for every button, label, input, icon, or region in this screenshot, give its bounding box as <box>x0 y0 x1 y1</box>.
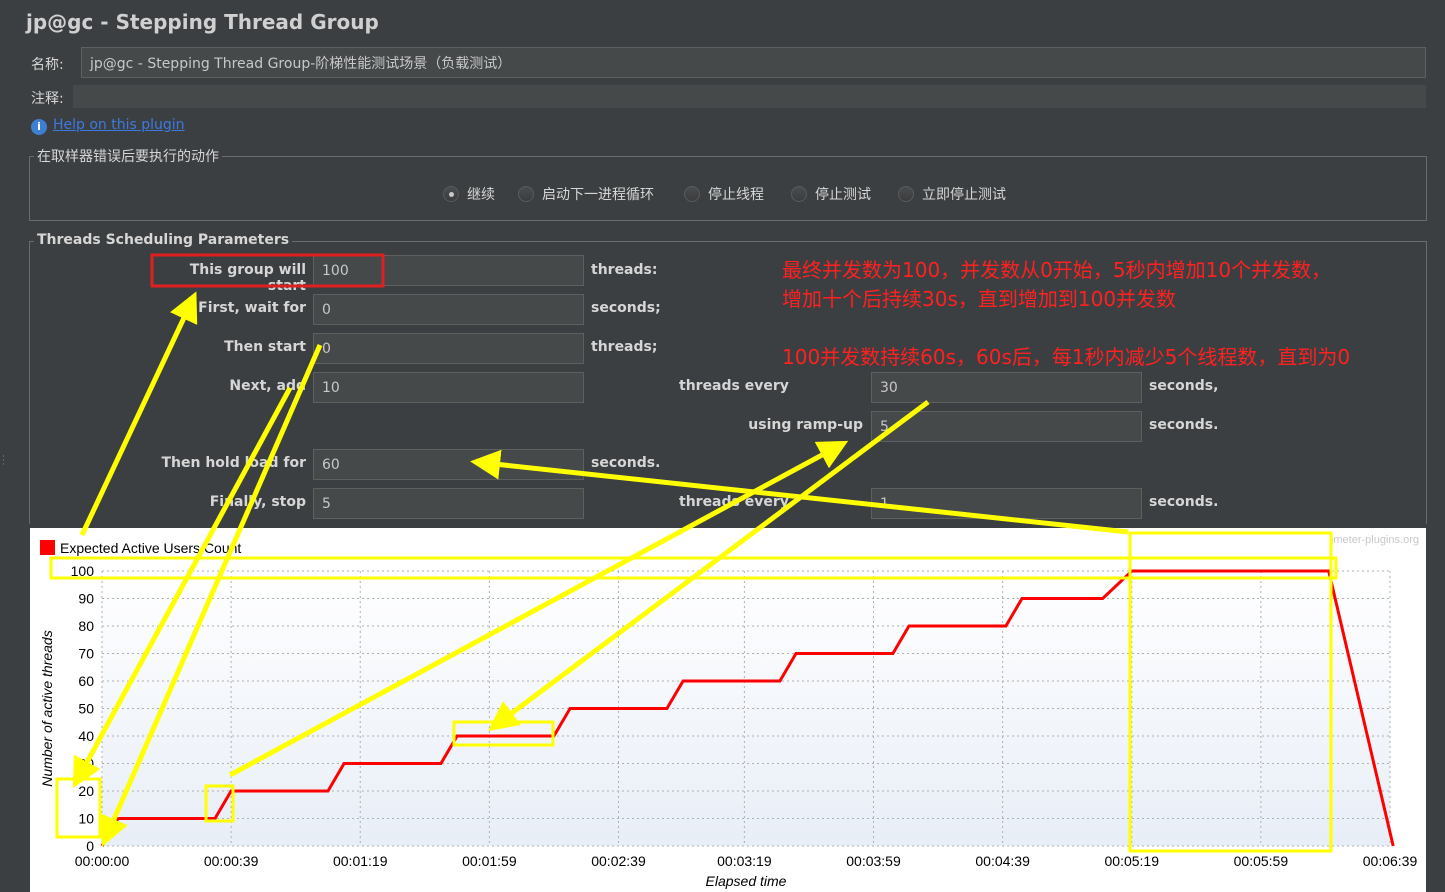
radio-label: 停止线程 <box>708 187 764 203</box>
x-tick-label: 00:03:19 <box>717 853 772 869</box>
radio-dot <box>518 186 534 202</box>
then-start-unit: threads; <box>591 339 658 355</box>
radio-stop-thread[interactable]: 停止线程 <box>684 184 764 204</box>
legend-swatch <box>40 540 55 555</box>
wait-unit: seconds; <box>591 300 661 316</box>
y-axis-label: Number of active threads <box>39 630 55 786</box>
hold-unit: seconds. <box>591 455 661 471</box>
y-tick-label: 30 <box>78 756 94 772</box>
stop-every-unit: seconds. <box>1149 494 1219 510</box>
name-label: 名称: <box>31 57 64 73</box>
y-tick-label: 100 <box>71 563 95 579</box>
x-tick-label: 00:02:39 <box>591 853 646 869</box>
radio-label: 继续 <box>467 187 495 203</box>
x-tick-label: 00:00:39 <box>204 853 259 869</box>
y-tick-label: 40 <box>78 728 94 744</box>
start-threads-input[interactable]: 100 <box>313 255 584 286</box>
annotation-line-3: 100并发数持续60s，60s后，每1秒内减少5个线程数，直到为0 <box>782 345 1351 369</box>
y-tick-label: 90 <box>78 591 94 607</box>
radio-stop-test[interactable]: 停止测试 <box>791 184 871 204</box>
help-link[interactable]: Help on this plugin <box>53 117 185 133</box>
comment-input[interactable] <box>73 85 1426 108</box>
x-tick-label: 00:05:19 <box>1105 853 1160 869</box>
ramp-up-unit: seconds. <box>1149 417 1219 433</box>
x-tick-label: 00:01:59 <box>462 853 517 869</box>
legend-label: Expected Active Users Count <box>60 540 241 556</box>
start-threads-unit: threads: <box>591 262 658 278</box>
radio-dot <box>443 186 459 202</box>
name-input[interactable]: jp@gc - Stepping Thread Group-阶梯性能测试场景（负… <box>81 47 1426 78</box>
y-tick-label: 60 <box>78 673 94 689</box>
radio-start-next-loop[interactable]: 启动下一进程循环 <box>518 184 654 204</box>
radio-dot <box>898 186 914 202</box>
annotation-line-2: 增加十个后持续30s，直到增加到100并发数 <box>782 287 1177 311</box>
y-axis: 0 10 20 30 40 50 60 70 80 90 100 <box>71 563 95 854</box>
thread-schedule-chart: 0102030405060708090100 00:00:00 00:00:39 0… <box>39 534 1419 889</box>
radio-stop-test-now[interactable]: 立即停止测试 <box>898 184 1006 204</box>
radio-continue[interactable]: 继续 <box>443 184 495 204</box>
annotation-line-1: 最终并发数为100，并发数从0开始，5秒内增加10个并发数， <box>782 258 1332 282</box>
wait-label: First, wait for <box>198 300 306 316</box>
radio-label: 立即停止测试 <box>922 187 1006 203</box>
scheduling-title: Threads Scheduling Parameters <box>34 232 293 248</box>
y-tick-label: 20 <box>78 783 94 799</box>
ramp-up-label: using ramp-up <box>748 417 863 433</box>
then-start-input[interactable]: 0 <box>313 333 584 364</box>
x-tick-label: 00:06:39 <box>1363 853 1418 869</box>
x-axis: 00:00:00 00:00:39 00:01:19 00:01:59 00:02:39… <box>75 853 1418 869</box>
stop-label: Finally, stop <box>209 494 306 510</box>
y-tick-label: 0 <box>86 838 94 854</box>
y-tick-label: 10 <box>78 811 94 827</box>
splitter-grip-icon[interactable]: · · · <box>2 453 6 471</box>
comment-label: 注释: <box>31 91 64 107</box>
radio-dot <box>791 186 807 202</box>
x-axis-label: Elapsed time <box>706 873 787 889</box>
threads-every-unit: seconds, <box>1149 378 1219 394</box>
x-tick-label: 00:04:39 <box>975 853 1030 869</box>
y-tick-label: 50 <box>78 701 94 717</box>
window-title: jp@gc - Stepping Thread Group <box>26 10 379 34</box>
watermark: jmeter-plugins.org <box>1330 534 1419 546</box>
y-tick-label: 70 <box>78 646 94 662</box>
threads-every-label: threads every <box>679 378 789 394</box>
x-tick-label: 00:03:59 <box>846 853 901 869</box>
y-tick-label: 80 <box>78 618 94 634</box>
stop-every-label: threads every <box>679 494 789 510</box>
hold-label: Then hold load for <box>161 455 306 471</box>
stop-input[interactable]: 5 <box>313 488 584 519</box>
chart-panel: 0 10 20 30 40 50 60 70 80 90 100 00:00:00 00:00:39 0… <box>30 528 1426 892</box>
stop-every-input[interactable]: 1 <box>871 488 1142 519</box>
next-add-input[interactable]: 10 <box>313 372 584 403</box>
error-action-title: 在取样器错误后要执行的动作 <box>34 146 222 166</box>
x-tick-label: 00:01:19 <box>333 853 388 869</box>
wait-input[interactable]: 0 <box>313 294 584 325</box>
plot-area <box>102 571 1390 846</box>
radio-label: 停止测试 <box>815 187 871 203</box>
hold-input[interactable]: 60 <box>313 449 584 480</box>
radio-dot <box>684 186 700 202</box>
x-tick-label: 00:05:59 <box>1234 853 1289 869</box>
threads-every-input[interactable]: 30 <box>871 372 1142 403</box>
ramp-up-input[interactable]: 5 <box>871 411 1142 442</box>
info-icon: i <box>31 119 47 135</box>
start-threads-label: This group will start <box>189 262 306 294</box>
radio-label: 启动下一进程循环 <box>542 187 654 203</box>
next-add-label: Next, add <box>229 378 306 394</box>
then-start-label: Then start <box>224 339 306 355</box>
x-tick-label: 00:00:00 <box>75 853 130 869</box>
